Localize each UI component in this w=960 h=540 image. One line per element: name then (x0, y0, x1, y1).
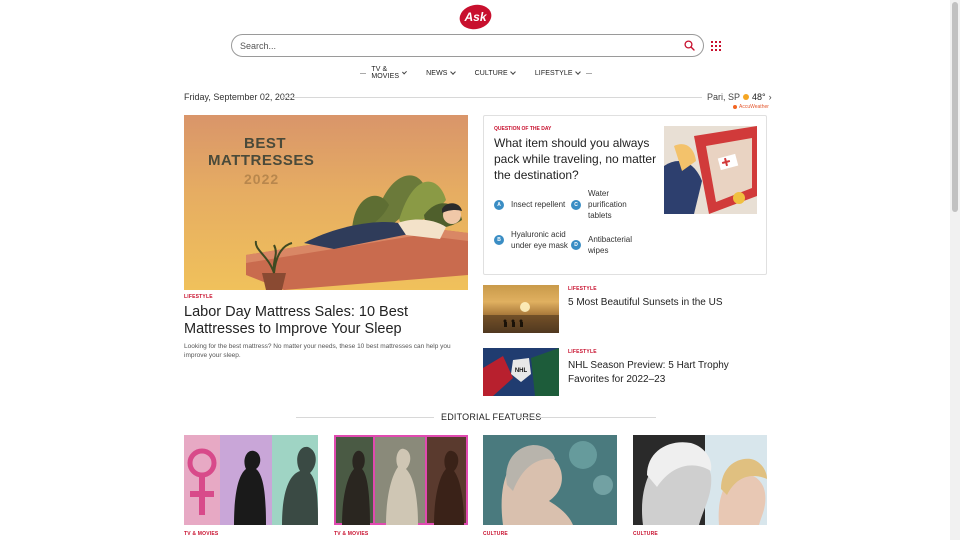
apps-grid-icon[interactable] (711, 41, 721, 51)
article-category[interactable]: LIFESTYLE (568, 349, 597, 355)
sun-icon (743, 94, 750, 100)
chevron-down-icon (574, 68, 581, 75)
search-button[interactable] (683, 40, 695, 52)
nav-item-news[interactable]: NEWS (426, 68, 456, 77)
option-text: Water purification tablets (588, 189, 627, 220)
editorial-category[interactable]: TV & MOVIES (334, 531, 368, 537)
date-divider (282, 97, 702, 98)
page-scrollbar[interactable] (950, 0, 960, 540)
sunset-article-image[interactable] (483, 285, 559, 333)
nav-item-label: NEWS (426, 69, 448, 77)
article-title[interactable]: NHL Season Preview: 5 Hart Trophy Favori… (568, 359, 758, 387)
article-category[interactable]: LIFESTYLE (568, 286, 597, 292)
editorial-category[interactable]: CULTURE (633, 531, 658, 537)
question-image (664, 126, 757, 214)
nav-item-lifestyle[interactable]: LIFESTYLE (534, 68, 581, 77)
option-text: Antibacterial wipes (588, 235, 633, 255)
editorial-category[interactable]: CULTURE (483, 531, 508, 537)
article-title[interactable]: 5 Most Beautiful Sunsets in the US (568, 296, 768, 310)
hero-image[interactable]: BEST MATTRESSES 2022 (184, 115, 468, 290)
question-text: What item should you always pack while t… (494, 136, 657, 182)
hero-summary: Looking for the best mattress? No matter… (184, 343, 451, 359)
editorial-card-image[interactable] (483, 435, 617, 525)
option-badge: A (494, 199, 504, 210)
editorial-category[interactable]: TV & MOVIES (184, 531, 218, 537)
main-nav: TV & MOVIES NEWS CULTURE LIFESTYLE (360, 66, 592, 80)
chevron-right-icon: › (768, 92, 772, 102)
nav-item-culture[interactable]: CULTURE (474, 68, 516, 77)
weather-location: Pari, SP (707, 92, 741, 102)
nav-item-label: CULTURE (474, 69, 508, 77)
editorial-divider (296, 417, 434, 418)
current-date: Friday, September 02, 2022 (184, 92, 295, 102)
weather-temperature: 48° (752, 92, 766, 102)
editorial-divider (518, 417, 656, 418)
answer-option-a[interactable]: A Insect repellent (494, 199, 571, 210)
nav-divider (585, 72, 592, 74)
hero-illustration (246, 175, 468, 290)
nav-item-label: TV & MOVIES (371, 66, 400, 80)
editorial-card-image[interactable] (184, 435, 318, 525)
search-icon (683, 40, 695, 51)
nav-item-label: LIFESTYLE (534, 69, 573, 77)
editorial-card-image[interactable] (334, 435, 468, 525)
option-badge: B (494, 235, 504, 245)
option-text: Hyaluronic acid under eye mask (511, 230, 568, 250)
hero-category[interactable]: LIFESTYLE (184, 294, 213, 300)
chevron-down-icon (449, 68, 456, 75)
option-text: Insect repellent (511, 200, 566, 209)
logo-text: Ask (463, 10, 487, 24)
svg-text:NHL: NHL (515, 368, 528, 374)
weather-provider[interactable]: AccuWeather (733, 104, 769, 110)
answer-option-c[interactable]: C Water purification tablets (571, 188, 644, 221)
chevron-down-icon (509, 68, 516, 75)
weather-widget[interactable]: Pari, SP 48° › (707, 92, 772, 102)
option-badge: C (571, 199, 581, 210)
question-label: QUESTION OF THE DAY (494, 126, 552, 132)
editorial-card-image[interactable] (633, 435, 767, 525)
nav-divider (360, 72, 367, 74)
scrollbar-thumb[interactable] (952, 2, 958, 212)
nav-item-tv-movies[interactable]: TV & MOVIES (371, 66, 408, 80)
search-bar (231, 34, 704, 57)
chevron-down-icon (402, 69, 408, 74)
nhl-article-image[interactable]: NHL (483, 348, 559, 396)
ask-logo[interactable]: Ask (459, 4, 492, 30)
option-badge: D (571, 240, 581, 250)
weather-provider-label: AccuWeather (739, 104, 769, 110)
answer-option-b[interactable]: B Hyaluronic acid under eye mask (494, 229, 573, 251)
search-input[interactable] (240, 40, 683, 51)
accuweather-icon (733, 105, 737, 109)
question-of-the-day-card: QUESTION OF THE DAY What item should you… (483, 115, 767, 275)
answer-option-d[interactable]: D Antibacterial wipes (571, 234, 648, 256)
hero-title[interactable]: Labor Day Mattress Sales: 10 Best Mattre… (184, 304, 468, 338)
